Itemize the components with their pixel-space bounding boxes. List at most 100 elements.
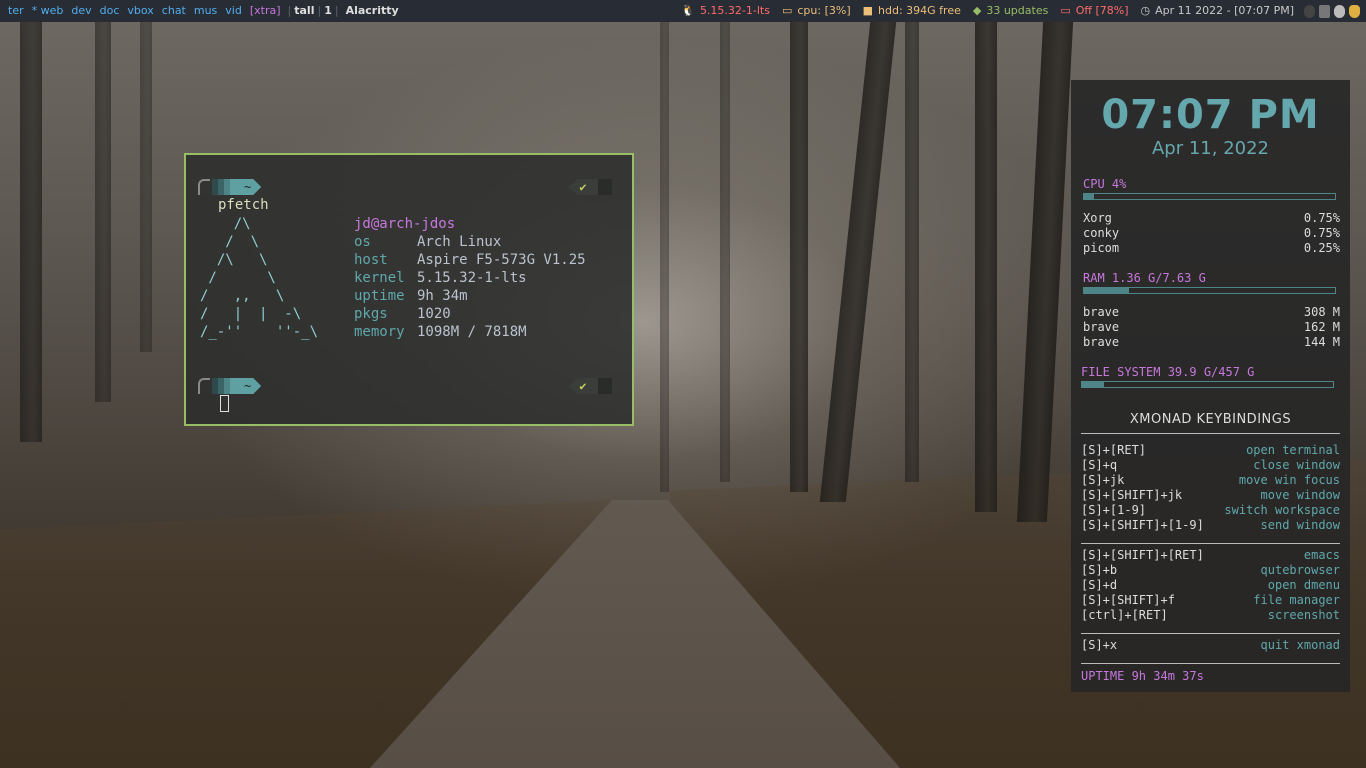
workspace-4[interactable]: doc [96,0,124,22]
updates-count: 33 updates [986,4,1049,17]
workspace-2[interactable]: * web [28,0,68,22]
terminal-window[interactable]: ~ ✔ pfetch /\ / \ /\ \ / \ / ,, \ / | | … [184,153,634,426]
workspace-1[interactable]: ter [4,0,28,22]
keybinding-row: [S]+[SHIFT]+[1-9] send window [1081,518,1340,533]
kernel-version: 5.15.32-1-lts [699,4,770,17]
keybinding-action: switch workspace [1224,503,1340,517]
info-value: Arch Linux [417,234,502,250]
fs-bar-fill [1082,382,1104,387]
network-icon[interactable] [1334,4,1345,18]
info-key: memory [354,324,405,340]
keybinding-action: move window [1260,488,1340,502]
keybinding-key: [S]+q [1081,458,1118,472]
clock-module: ◷ Apr 11 2022 - [07:07 PM] [1135,0,1301,22]
bell-icon: ◆ [972,4,982,17]
status-bar: ter * web dev doc vbox chat mus vid [xtra] | tal… [0,0,1366,22]
divider [1081,543,1340,544]
keybinding-key: [S]+d [1081,578,1118,592]
keybinding-key: [S]+[SHIFT]+[RET] [1081,548,1204,562]
keybinding-action: move win focus [1238,473,1340,487]
hdd-module: ■ hdd: 394G free [857,0,967,22]
keybinding-action: close window [1253,458,1340,472]
clock-icon: ◷ [1140,4,1151,17]
info-row-uptime: uptime 9h 34m [354,287,586,305]
user-host: jd@arch-jdos [354,216,456,232]
info-value: 1098M / 7818M [417,324,527,340]
bar-separator: | [287,4,292,17]
updates-module[interactable]: ◆ 33 updates [967,0,1054,22]
keybinding-key: [S]+[SHIFT]+jk [1081,488,1183,502]
volume-icon[interactable] [1319,4,1330,18]
keybinding-row: [S]+d open dmenu [1081,578,1340,593]
keybinding-row: [S]+[1-9] switch workspace [1081,503,1340,518]
keybinding-action: open dmenu [1267,578,1340,592]
window-count: 1 [324,4,332,17]
cpu-label: CPU 4% [1083,177,1127,191]
process-value: 162 M [1303,320,1340,334]
keybinding-row: [S]+q close window [1081,458,1340,473]
cpu-bar [1083,193,1336,200]
prompt-directory: ~ [230,378,261,394]
uptime: UPTIME 9h 34m 37s [1081,669,1204,683]
battery-status: Off [78%] [1075,4,1129,17]
conky-date: Apr 11, 2022 [1151,138,1270,159]
keybinding-row: [ctrl]+[RET] screenshot [1081,608,1340,623]
workspace-6[interactable]: chat [158,0,190,22]
process-name: picom [1083,241,1120,255]
info-value: 5.15.32-1-lts [417,270,527,286]
prompt-line: ~ [198,179,261,195]
bar-modules: 🐧 5.15.32-1-lts ▭ cpu: [3%] ■ hdd: 394G … [675,0,1366,22]
keybinding-row: [S]+[RET] open terminal [1081,443,1340,458]
prompt-corner [198,179,210,195]
hdd-free: hdd: 394G free [878,4,961,17]
bluetooth-icon[interactable] [1304,4,1315,18]
divider [1081,633,1340,634]
process-name: brave [1083,335,1120,349]
text-cursor[interactable] [220,395,229,412]
layout-indicator[interactable]: tall [294,0,314,22]
command-text: pfetch [218,197,269,213]
info-key: kernel [354,270,405,286]
prompt-corner [198,378,210,394]
keybinding-action: screenshot [1267,608,1340,622]
process-value: 144 M [1303,335,1340,349]
prompt-directory: ~ [230,179,261,195]
keybinding-key: [S]+b [1081,563,1118,577]
conky-clock: 07:07 PM [1101,92,1320,138]
info-row-pkgs: pkgs 1020 [354,305,586,323]
keybinding-row: [S]+jk move win focus [1081,473,1340,488]
divider [1081,433,1340,434]
workspace-8[interactable]: vid [221,0,246,22]
ram-label: RAM 1.36 G/7.63 G [1083,271,1206,285]
mem-process-row: brave 162 M [1083,320,1340,335]
process-name: Xorg [1083,211,1112,225]
keybinding-key: [S]+[SHIFT]+[1-9] [1081,518,1204,532]
info-value: 9h 34m [417,288,468,304]
info-key: host [354,252,388,268]
bar-separator: | [317,4,322,17]
monitor-icon: ▭ [781,4,793,17]
keybinding-row: [S]+b qutebrowser [1081,563,1340,578]
cpu-module: ▭ cpu: [3%] [776,0,857,22]
keybindings-title: XMONAD KEYBINDINGS [1129,412,1292,427]
prompt-status: ✔ [568,179,612,195]
info-row-os: os Arch Linux [354,233,586,251]
bar-separator: | [334,4,339,17]
keybinding-action: open terminal [1246,443,1340,457]
kernel-module: 🐧 5.15.32-1-lts [675,0,776,22]
workspace-5[interactable]: vbox [123,0,157,22]
workspace-7[interactable]: mus [190,0,221,22]
process-name: conky [1083,226,1120,240]
workspace-9[interactable]: [xtra] [246,0,285,22]
date-time: Apr 11 2022 - [07:07 PM] [1155,4,1294,17]
fs-bar [1081,381,1334,388]
prompt-segment: ~ [212,179,261,195]
cpu-bar-fill [1084,194,1095,199]
battery-module: ▭ Off [78%] [1054,0,1134,22]
info-row-memory: memory 1098M / 7818M [354,323,586,341]
keybinding-key: [ctrl]+[RET] [1081,608,1168,622]
system-tray [1300,4,1366,18]
workspace-3[interactable]: dev [67,0,95,22]
keybinding-action: file manager [1253,593,1340,607]
shield-icon[interactable] [1349,4,1360,18]
